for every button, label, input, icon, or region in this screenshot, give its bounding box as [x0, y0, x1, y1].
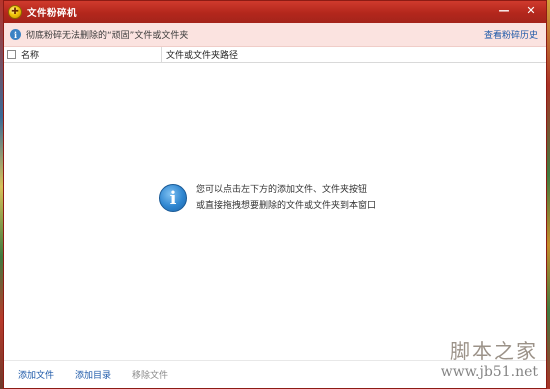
hint-text: 您可以点击左下方的添加文件、文件夹按钮 或直接拖拽想要删除的文件或文件夹到本窗口	[196, 182, 376, 214]
info-message: 彻底粉碎无法删除的“顽固”文件或文件夹	[26, 31, 189, 41]
name-column-header[interactable]: 名称	[4, 47, 162, 62]
minimize-button[interactable]: —	[492, 1, 516, 19]
empty-state-hint: i 您可以点击左下方的添加文件、文件夹按钮 或直接拖拽想要删除的文件或文件夹到本…	[159, 182, 376, 214]
file-shredder-window: ✚ 文件粉碎机 — ✕ i 彻底粉碎无法删除的“顽固”文件或文件夹 查看粉碎历史…	[3, 0, 547, 389]
info-icon: i	[10, 29, 21, 40]
table-header: 名称 文件或文件夹路径	[4, 47, 546, 63]
title-bar[interactable]: ✚ 文件粉碎机 — ✕	[4, 1, 546, 23]
info-bar: i 彻底粉碎无法删除的“顽固”文件或文件夹 查看粉碎历史	[4, 23, 546, 47]
add-directory-button[interactable]: 添加目录	[75, 368, 111, 381]
file-list-area[interactable]: i 您可以点击左下方的添加文件、文件夹按钮 或直接拖拽想要删除的文件或文件夹到本…	[4, 64, 546, 361]
close-button[interactable]: ✕	[516, 1, 546, 19]
path-column-label: 文件或文件夹路径	[166, 51, 239, 61]
hint-line-1: 您可以点击左下方的添加文件、文件夹按钮	[196, 185, 368, 195]
view-history-link[interactable]: 查看粉碎历史	[484, 28, 538, 41]
hint-line-2: 或直接拖拽想要删除的文件或文件夹到本窗口	[196, 201, 377, 211]
add-file-button[interactable]: 添加文件	[18, 368, 54, 381]
name-column-label: 名称	[21, 51, 40, 61]
window-title: 文件粉碎机	[27, 8, 78, 19]
select-all-checkbox[interactable]	[7, 50, 16, 59]
remove-file-button[interactable]: 移除文件	[132, 368, 168, 381]
footer-toolbar: 添加文件 添加目录 移除文件	[4, 360, 546, 388]
window-controls: — ✕	[492, 1, 546, 23]
app-logo-icon: ✚	[8, 5, 22, 19]
info-large-icon: i	[159, 184, 187, 212]
path-column-header[interactable]: 文件或文件夹路径	[162, 48, 238, 61]
